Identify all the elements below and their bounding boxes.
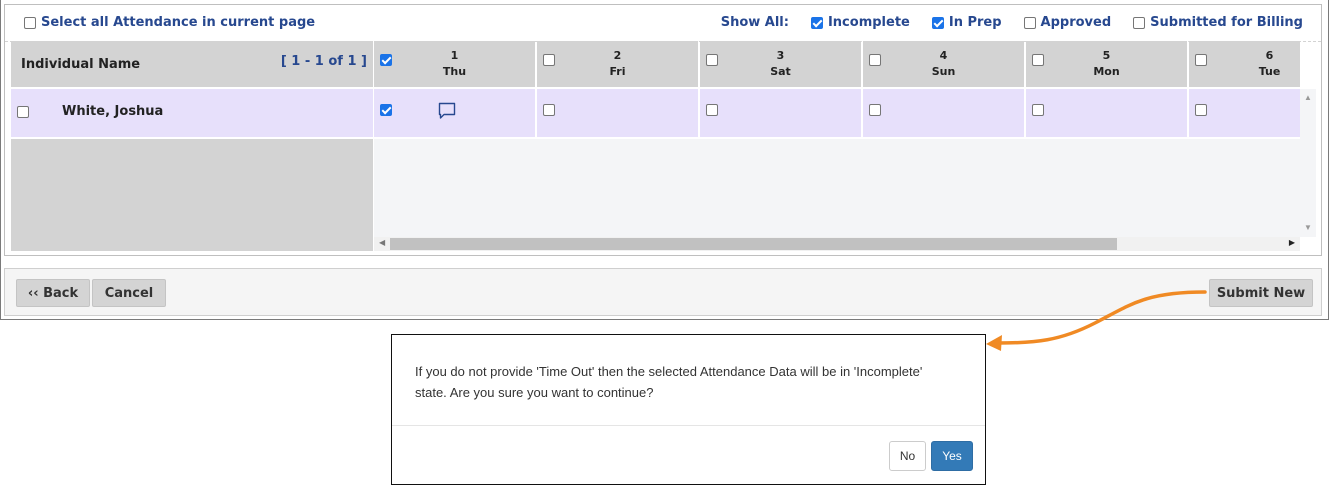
frame-border-left — [0, 0, 1, 320]
attendance-panel: Select all Attendance in current page Sh… — [4, 4, 1322, 256]
dialog-message-line-2: state. Are you sure you want to continue… — [415, 385, 654, 400]
day-number: 2 — [613, 49, 622, 62]
cell-checkbox[interactable] — [869, 104, 881, 116]
day-header-1: 1 Thu — [374, 41, 535, 87]
cell-checkbox[interactable] — [543, 104, 555, 116]
filter-in-prep-checkbox[interactable] — [931, 16, 944, 29]
select-all-attendance[interactable]: Select all Attendance in current page — [24, 15, 315, 30]
row-select-checkbox[interactable] — [17, 106, 29, 118]
name-column-empty — [11, 139, 373, 251]
individual-name-title: Individual Name — [21, 57, 141, 72]
comment-icon[interactable] — [438, 102, 456, 120]
horizontal-scrollbar[interactable]: ◀ ▶ — [374, 237, 1300, 251]
filter-approved-label: Approved — [1040, 15, 1112, 30]
day-number: 4 — [939, 49, 948, 62]
filter-approved[interactable]: Approved — [1023, 15, 1112, 30]
dialog-message: If you do not provide 'Time Out' then th… — [415, 361, 975, 403]
day-header-5: 5 Mon — [1026, 41, 1187, 87]
page-range-label: [ 1 - 1 of 1 ] — [280, 54, 367, 69]
filter-submitted-checkbox[interactable] — [1133, 16, 1146, 29]
day-of-week: Mon — [1093, 65, 1120, 78]
individual-name-header: Individual Name [ 1 - 1 of 1 ] — [11, 41, 373, 87]
dialog-divider — [392, 425, 985, 426]
select-all-label: Select all Attendance in current page — [41, 15, 316, 30]
day-number: 1 — [450, 49, 459, 62]
vertical-scrollbar[interactable]: ▲ ▼ — [1300, 89, 1316, 237]
day-header-3: 3 Sat — [700, 41, 861, 87]
attendance-cell-day-6[interactable] — [1189, 89, 1300, 137]
day-grid: 1 Thu 2 Fri 3 Sat 4 Sun 5 Mon 6 Tue — [374, 41, 1300, 251]
yes-button[interactable]: Yes — [931, 441, 973, 471]
dialog-message-line-1: If you do not provide 'Time Out' then th… — [415, 364, 923, 379]
filter-in-prep[interactable]: In Prep — [931, 15, 1002, 30]
day-number: 6 — [1265, 49, 1274, 62]
filter-approved-checkbox[interactable] — [1023, 16, 1036, 29]
filter-incomplete[interactable]: Incomplete — [810, 15, 910, 30]
filter-incomplete-checkbox[interactable] — [810, 16, 823, 29]
back-button[interactable]: ‹‹ Back — [16, 279, 90, 307]
cell-checkbox[interactable] — [380, 104, 392, 116]
day-of-week: Thu — [442, 65, 467, 78]
attendance-cell-day-5[interactable] — [1026, 89, 1187, 137]
cell-checkbox[interactable] — [1195, 104, 1207, 116]
day-of-week: Fri — [609, 65, 626, 78]
cell-checkbox[interactable] — [1032, 104, 1044, 116]
day-header-4: 4 Sun — [863, 41, 1024, 87]
filter-toolbar: Select all Attendance in current page Sh… — [5, 5, 1321, 42]
select-all-checkbox[interactable] — [24, 16, 36, 29]
attendance-cell-day-2[interactable] — [537, 89, 698, 137]
scroll-right-icon[interactable]: ▶ — [1289, 238, 1295, 247]
filter-incomplete-label: Incomplete — [827, 15, 910, 30]
annotation-arrow-icon — [986, 290, 1207, 351]
day-header-6: 6 Tue — [1189, 41, 1300, 87]
cancel-button[interactable]: Cancel — [92, 279, 166, 307]
day-of-week: Sat — [770, 65, 791, 78]
horizontal-scroll-thumb[interactable] — [390, 238, 1117, 250]
table-row: White, Joshua — [11, 89, 373, 137]
show-all-label: Show All: — [720, 15, 789, 30]
attendance-cell-day-4[interactable] — [863, 89, 1024, 137]
show-all-filters: Show All: Incomplete In Prep Approved Su… — [721, 15, 1303, 30]
day-number: 5 — [1102, 49, 1111, 62]
attendance-cell-day-1[interactable] — [374, 89, 535, 137]
day-of-week: Sun — [931, 65, 956, 78]
individual-name: White, Joshua — [62, 104, 164, 119]
day-of-week: Tue — [1258, 65, 1281, 78]
scroll-down-icon[interactable]: ▼ — [1304, 223, 1312, 232]
filter-submitted-label: Submitted for Billing — [1150, 15, 1303, 30]
scroll-left-icon[interactable]: ◀ — [379, 238, 385, 247]
confirm-dialog: If you do not provide 'Time Out' then th… — [391, 334, 986, 485]
scroll-up-icon[interactable]: ▲ — [1304, 93, 1312, 102]
submit-new-button[interactable]: Submit New — [1209, 279, 1313, 307]
filter-submitted-for-billing[interactable]: Submitted for Billing — [1133, 15, 1303, 30]
attendance-cell-day-3[interactable] — [700, 89, 861, 137]
day-number: 3 — [776, 49, 785, 62]
grid-empty-area — [374, 139, 1300, 237]
cell-checkbox[interactable] — [706, 104, 718, 116]
no-button[interactable]: No — [889, 441, 926, 471]
filter-in-prep-label: In Prep — [948, 15, 1002, 30]
day-header-2: 2 Fri — [537, 41, 698, 87]
